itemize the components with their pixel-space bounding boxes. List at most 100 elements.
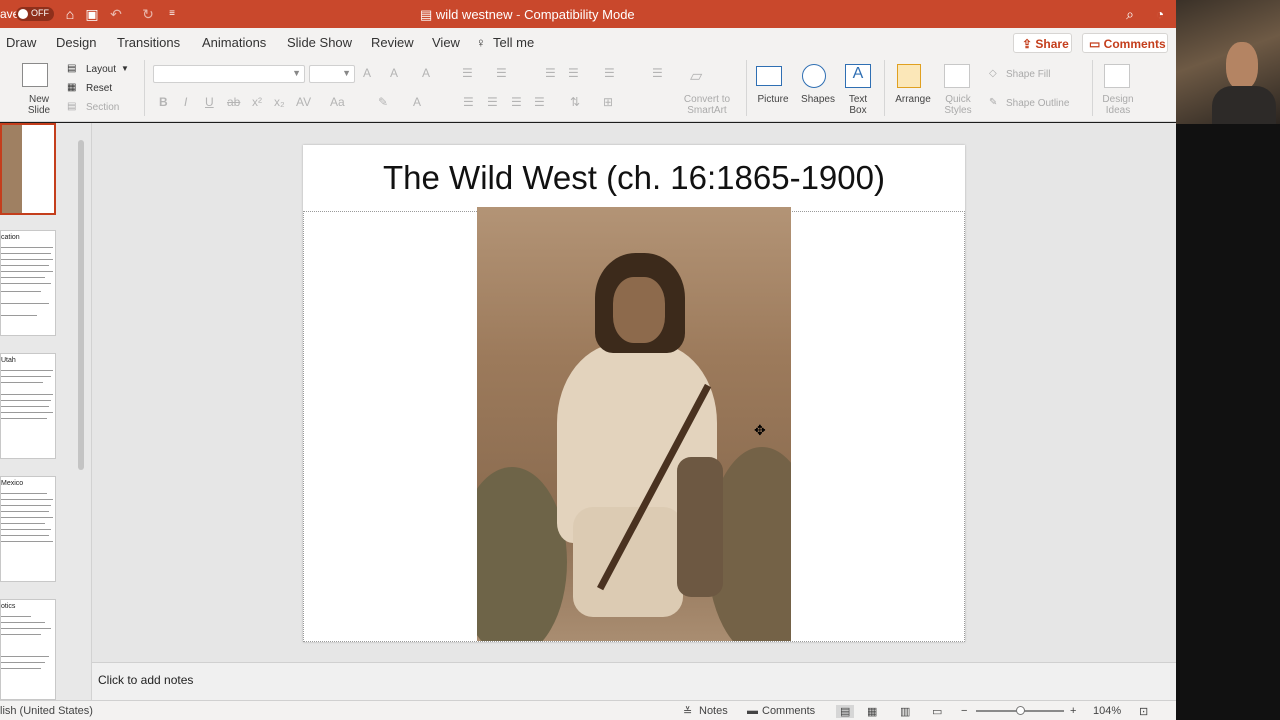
font-size-dropdown[interactable]: ▼ (309, 65, 355, 83)
slide-thumbnail[interactable] (0, 123, 56, 215)
design-ideas-label[interactable]: Design Ideas (1096, 94, 1140, 116)
ribbon-tabs: Draw Design Transitions Animations Slide… (0, 28, 1176, 56)
shapes-icon[interactable] (802, 64, 826, 88)
line-spacing-icon[interactable]: ☰ (604, 66, 615, 80)
share-button[interactable]: ⇪ Share (1013, 33, 1072, 53)
tab-animations[interactable]: Animations (202, 35, 266, 50)
new-slide-icon[interactable] (22, 63, 48, 87)
layout-button[interactable]: Layout (86, 64, 116, 75)
home-icon[interactable]: ⌂ (62, 6, 78, 22)
zoom-in-icon[interactable]: + (1070, 705, 1076, 717)
columns-icon[interactable]: ☰ (652, 66, 663, 80)
shapes-label[interactable]: Shapes (798, 94, 838, 105)
shape-fill-button[interactable]: Shape Fill (1006, 69, 1050, 80)
text-direction-icon[interactable]: ⇅ (570, 95, 580, 109)
compatibility-mode: Compatibility Mode (524, 7, 635, 22)
arrange-icon[interactable] (897, 64, 921, 88)
account-icon[interactable]: ◔ (1152, 6, 1168, 22)
decrease-font-icon[interactable]: A (390, 66, 398, 80)
comment-icon: ▭ (1089, 37, 1104, 51)
subscript-icon[interactable]: x₂ (274, 95, 285, 109)
shape-outline-button[interactable]: Shape Outline (1006, 98, 1069, 109)
strikethrough-icon[interactable]: ab (227, 95, 240, 109)
tab-slide-show[interactable]: Slide Show (287, 35, 352, 50)
slide-title[interactable]: The Wild West (ch. 16:1865-1900) (303, 159, 965, 197)
text-box-label[interactable]: Text Box (842, 94, 874, 116)
search-icon[interactable]: ⌕ (1122, 6, 1138, 22)
increase-font-icon[interactable]: A (363, 66, 371, 80)
tab-view[interactable]: View (432, 35, 460, 50)
toggle-knob (18, 9, 28, 19)
bold-icon[interactable]: B (159, 95, 168, 109)
convert-smartart-label[interactable]: Convert to SmartArt (676, 94, 738, 116)
reset-icon: ▦ (67, 82, 77, 93)
notes-pane[interactable]: Click to add notes (92, 662, 1176, 700)
slide-photo[interactable] (477, 207, 791, 641)
slideshow-view-icon[interactable]: ▭ (932, 705, 942, 718)
new-slide-label[interactable]: New Slide (22, 94, 56, 116)
picture-icon[interactable] (756, 66, 782, 86)
section-button[interactable]: Section (86, 102, 119, 113)
slide-thumbnail[interactable]: Utah (0, 353, 56, 459)
design-ideas-icon[interactable] (1104, 64, 1130, 88)
save-icon[interactable]: ▣ (84, 6, 100, 22)
zoom-out-icon[interactable]: − (961, 705, 967, 717)
numbering-icon[interactable]: ☰ (496, 66, 507, 80)
reading-view-icon[interactable]: ▥ (900, 705, 910, 718)
zoom-slider-knob[interactable] (1016, 706, 1025, 715)
underline-icon[interactable]: U (205, 95, 214, 109)
superscript-icon[interactable]: x² (252, 95, 262, 109)
webcam-overlay (1176, 0, 1280, 124)
quick-styles-icon[interactable] (944, 64, 970, 88)
comments-button[interactable]: ▭ Comments (1082, 33, 1168, 53)
highlight-icon[interactable]: ✎ (378, 95, 388, 109)
slide-sorter-icon[interactable]: ▦ (867, 705, 877, 718)
photo-figure-leg (677, 457, 723, 597)
justify-icon[interactable]: ☰ (534, 95, 545, 109)
normal-view-icon[interactable]: ▤ (836, 705, 855, 718)
bullets-icon[interactable]: ☰ (462, 66, 473, 80)
slide-thumbnail[interactable]: otics (0, 599, 56, 700)
tab-tell-me[interactable]: Tell me (493, 35, 534, 50)
tab-review[interactable]: Review (371, 35, 414, 50)
webcam-background (1176, 124, 1280, 720)
tab-design[interactable]: Design (56, 35, 96, 50)
divider (884, 60, 885, 116)
change-case-icon[interactable]: Aa (330, 95, 345, 109)
thumbnail-title: cation (1, 234, 20, 241)
slide-thumbnail[interactable]: cation (0, 230, 56, 336)
comments-toggle[interactable]: Comments (762, 705, 815, 717)
quick-styles-label[interactable]: Quick Styles (938, 94, 978, 116)
tab-draw[interactable]: Draw (6, 35, 36, 50)
thumbnail-scrollbar[interactable] (78, 140, 84, 470)
redo-icon[interactable]: ↻ (140, 6, 156, 22)
slide-thumbnail[interactable]: Mexico (0, 476, 56, 582)
smartart-icon[interactable]: ▱ (690, 66, 702, 86)
undo-icon[interactable]: ↶ (108, 6, 124, 22)
notes-toggle[interactable]: Notes (699, 705, 728, 717)
autosave-toggle[interactable]: OFF (16, 7, 54, 21)
customize-toolbar-icon[interactable]: ≡ (164, 6, 180, 22)
decrease-indent-icon[interactable]: ☰ (545, 66, 556, 80)
picture-label[interactable]: Picture (752, 94, 794, 105)
reset-button[interactable]: Reset (86, 83, 112, 94)
clear-formatting-icon[interactable]: A (422, 66, 430, 80)
fit-to-window-icon[interactable]: ⊡ (1139, 705, 1148, 718)
italic-icon[interactable]: I (184, 95, 187, 109)
shape-outline-icon: ✎ (989, 97, 998, 108)
align-center-icon[interactable]: ☰ (487, 95, 498, 109)
increase-indent-icon[interactable]: ☰ (568, 66, 579, 80)
slide-canvas[interactable]: The Wild West (ch. 16:1865-1900) (303, 145, 965, 642)
align-text-icon[interactable]: ⊞ (603, 95, 613, 109)
text-box-icon[interactable]: A (845, 64, 871, 88)
tab-transitions[interactable]: Transitions (117, 35, 180, 50)
align-right-icon[interactable]: ☰ (511, 95, 522, 109)
align-left-icon[interactable]: ☰ (463, 95, 474, 109)
character-spacing-icon[interactable]: AV (296, 95, 311, 109)
font-color-icon[interactable]: A (413, 95, 421, 109)
zoom-level[interactable]: 104% (1093, 705, 1121, 717)
language-status[interactable]: lish (United States) (0, 705, 93, 717)
comments-label: Comments (1103, 37, 1166, 51)
arrange-label[interactable]: Arrange (892, 94, 934, 105)
font-name-dropdown[interactable]: ▼ (153, 65, 305, 83)
